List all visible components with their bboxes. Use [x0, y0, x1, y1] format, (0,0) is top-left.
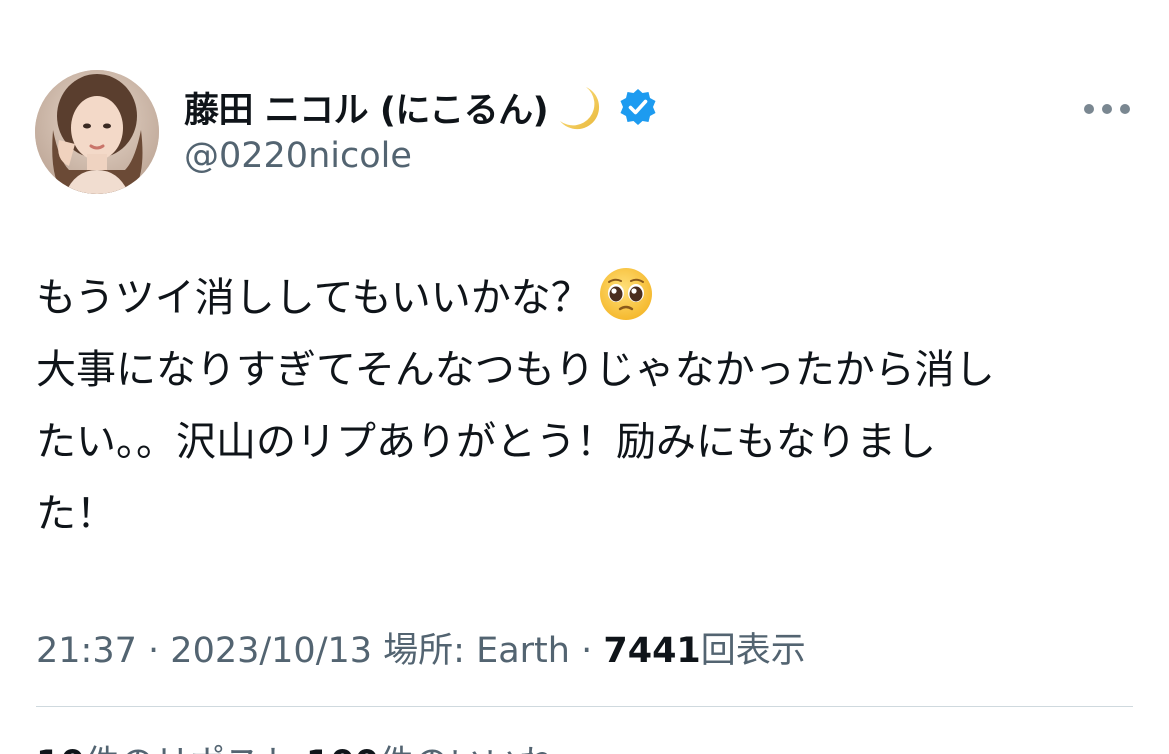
meta-separator: · [148, 631, 160, 671]
more-dot-icon [1102, 104, 1112, 114]
tweet-line: もうツイ消ししてもいいかな？ [36, 262, 1126, 334]
more-dot-icon [1084, 104, 1094, 114]
likes-label[interactable]: 件のいいね [379, 744, 554, 754]
tweet-line: た！ [36, 491, 116, 537]
tweet: 藤田 ニコル (にこるん) @0220nicole もうツイ消ししてもいいかな？… [0, 0, 1169, 754]
reposts-count[interactable]: 10 [36, 744, 85, 754]
avatar[interactable] [35, 70, 159, 194]
crescent-moon-icon [552, 81, 604, 133]
author-handle[interactable]: @0220nicole [184, 136, 412, 176]
tweet-stats: 10件のリポスト 100件のいいね [36, 735, 554, 754]
reposts-label[interactable]: 件のリポスト [85, 744, 295, 754]
likes-count[interactable]: 100 [306, 744, 379, 754]
more-options-button[interactable] [1080, 94, 1134, 124]
views-label: 回表示 [700, 631, 806, 671]
tweet-line-text: もうツイ消ししてもいいかな？ [36, 275, 591, 321]
tweet-location: 場所: Earth [383, 631, 570, 671]
tweet-line: たい。。沢山のリプありがとう！励みにもなりまし [36, 419, 936, 465]
views-count: 7441 [603, 631, 701, 671]
tweet-date[interactable]: 2023/10/13 [170, 631, 372, 671]
pleading-face-icon [597, 265, 655, 323]
more-dot-icon [1120, 104, 1130, 114]
verified-badge-icon[interactable] [618, 87, 658, 127]
display-name[interactable]: 藤田 ニコル (にこるん) [184, 82, 549, 133]
meta-separator: · [581, 631, 593, 671]
tweet-meta: 21:37 · 2023/10/13 場所: Earth · 7441回表示 [36, 622, 806, 673]
divider [36, 706, 1133, 707]
tweet-line: 大事になりすぎてそんなつもりじゃなかったから消し [36, 347, 995, 393]
tweet-body: もうツイ消ししてもいいかな？ 大事になりすぎてそんなつもりじゃなかったから消し … [36, 262, 1126, 550]
tweet-time[interactable]: 21:37 [36, 631, 137, 671]
author-name-row[interactable]: 藤田 ニコル (にこるん) [184, 82, 658, 132]
